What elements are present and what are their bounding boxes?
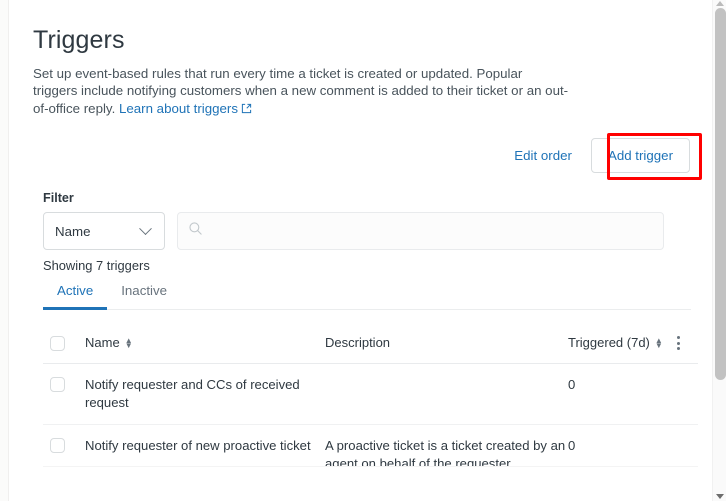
page-description-text: Set up event-based rules that run every … [33, 66, 569, 116]
row-name-cell: Notify requester of new proactive ticket [85, 437, 325, 455]
tab-active[interactable]: Active [43, 277, 108, 310]
triggers-page: Triggers Set up event-based rules that r… [10, 0, 712, 501]
row-name-cell: Notify requester and CCs of received req… [85, 376, 325, 412]
showing-count-label: Showing 7 triggers [43, 258, 150, 273]
row-select-cell [43, 376, 85, 392]
page-title: Triggers [33, 26, 125, 54]
table-row[interactable]: Notify requester and CCs of received req… [43, 364, 698, 425]
trigger-name[interactable]: Notify requester and CCs of received req… [85, 377, 300, 410]
filter-label: Filter [43, 191, 74, 205]
tab-inactive[interactable]: Inactive [107, 277, 181, 310]
row-select-cell [43, 437, 85, 453]
scroll-down-arrow-icon[interactable] [716, 494, 724, 499]
filter-controls: Name [43, 212, 664, 250]
left-gutter [0, 0, 9, 501]
trigger-count: 0 [568, 377, 576, 392]
learn-about-triggers-link[interactable]: Learn about triggers [119, 101, 238, 116]
table-bottom-panel [43, 466, 698, 501]
search-box[interactable] [177, 212, 664, 250]
trigger-count: 0 [568, 438, 576, 453]
chevron-down-icon [139, 221, 152, 235]
triggers-table: Name ▲▼ Description Triggered (7d) ▲▼ [43, 324, 698, 486]
vertical-scrollbar-track[interactable] [712, 0, 726, 501]
status-tabs: Active Inactive [43, 277, 691, 310]
kebab-menu-icon[interactable] [674, 333, 683, 353]
table-options-cell [663, 333, 693, 353]
column-header-triggered-label: Triggered (7d) [568, 335, 650, 350]
column-header-name[interactable]: Name ▲ ▼ [85, 334, 325, 352]
search-input[interactable] [211, 222, 653, 240]
add-trigger-button[interactable]: Add trigger [590, 138, 690, 173]
column-header-description: Description [325, 334, 568, 352]
filter-field-select[interactable]: Name [43, 212, 165, 250]
column-header-triggered[interactable]: Triggered (7d) ▲ ▼ [568, 334, 663, 352]
page-description: Set up event-based rules that run every … [33, 65, 570, 118]
scroll-up-arrow-icon[interactable] [716, 1, 724, 6]
column-header-description-label: Description [325, 335, 391, 350]
app-viewport: Triggers Set up event-based rules that r… [0, 0, 726, 501]
row-checkbox[interactable] [50, 438, 65, 453]
filter-section: Filter Name [43, 191, 664, 250]
table-header-row: Name ▲ ▼ Description Triggered (7d) ▲ ▼ [43, 324, 698, 364]
select-all-checkbox[interactable] [50, 336, 65, 351]
row-checkbox[interactable] [50, 377, 65, 392]
row-triggered-cell: 0 [568, 376, 663, 394]
edit-order-link[interactable]: Edit order [512, 144, 574, 167]
column-header-name-label: Name [85, 335, 120, 350]
vertical-scrollbar-thumb[interactable] [715, 8, 726, 380]
filter-field-select-value: Name [55, 223, 91, 239]
trigger-name[interactable]: Notify requester of new proactive ticket [85, 438, 311, 453]
sort-arrows-icon: ▲ ▼ [654, 335, 663, 350]
external-link-icon [241, 101, 252, 118]
actions-row: Edit order Add trigger [512, 138, 690, 173]
sort-arrows-icon: ▲ ▼ [124, 335, 133, 350]
search-icon [188, 221, 203, 241]
row-triggered-cell: 0 [568, 437, 663, 455]
select-all-cell [43, 335, 85, 351]
